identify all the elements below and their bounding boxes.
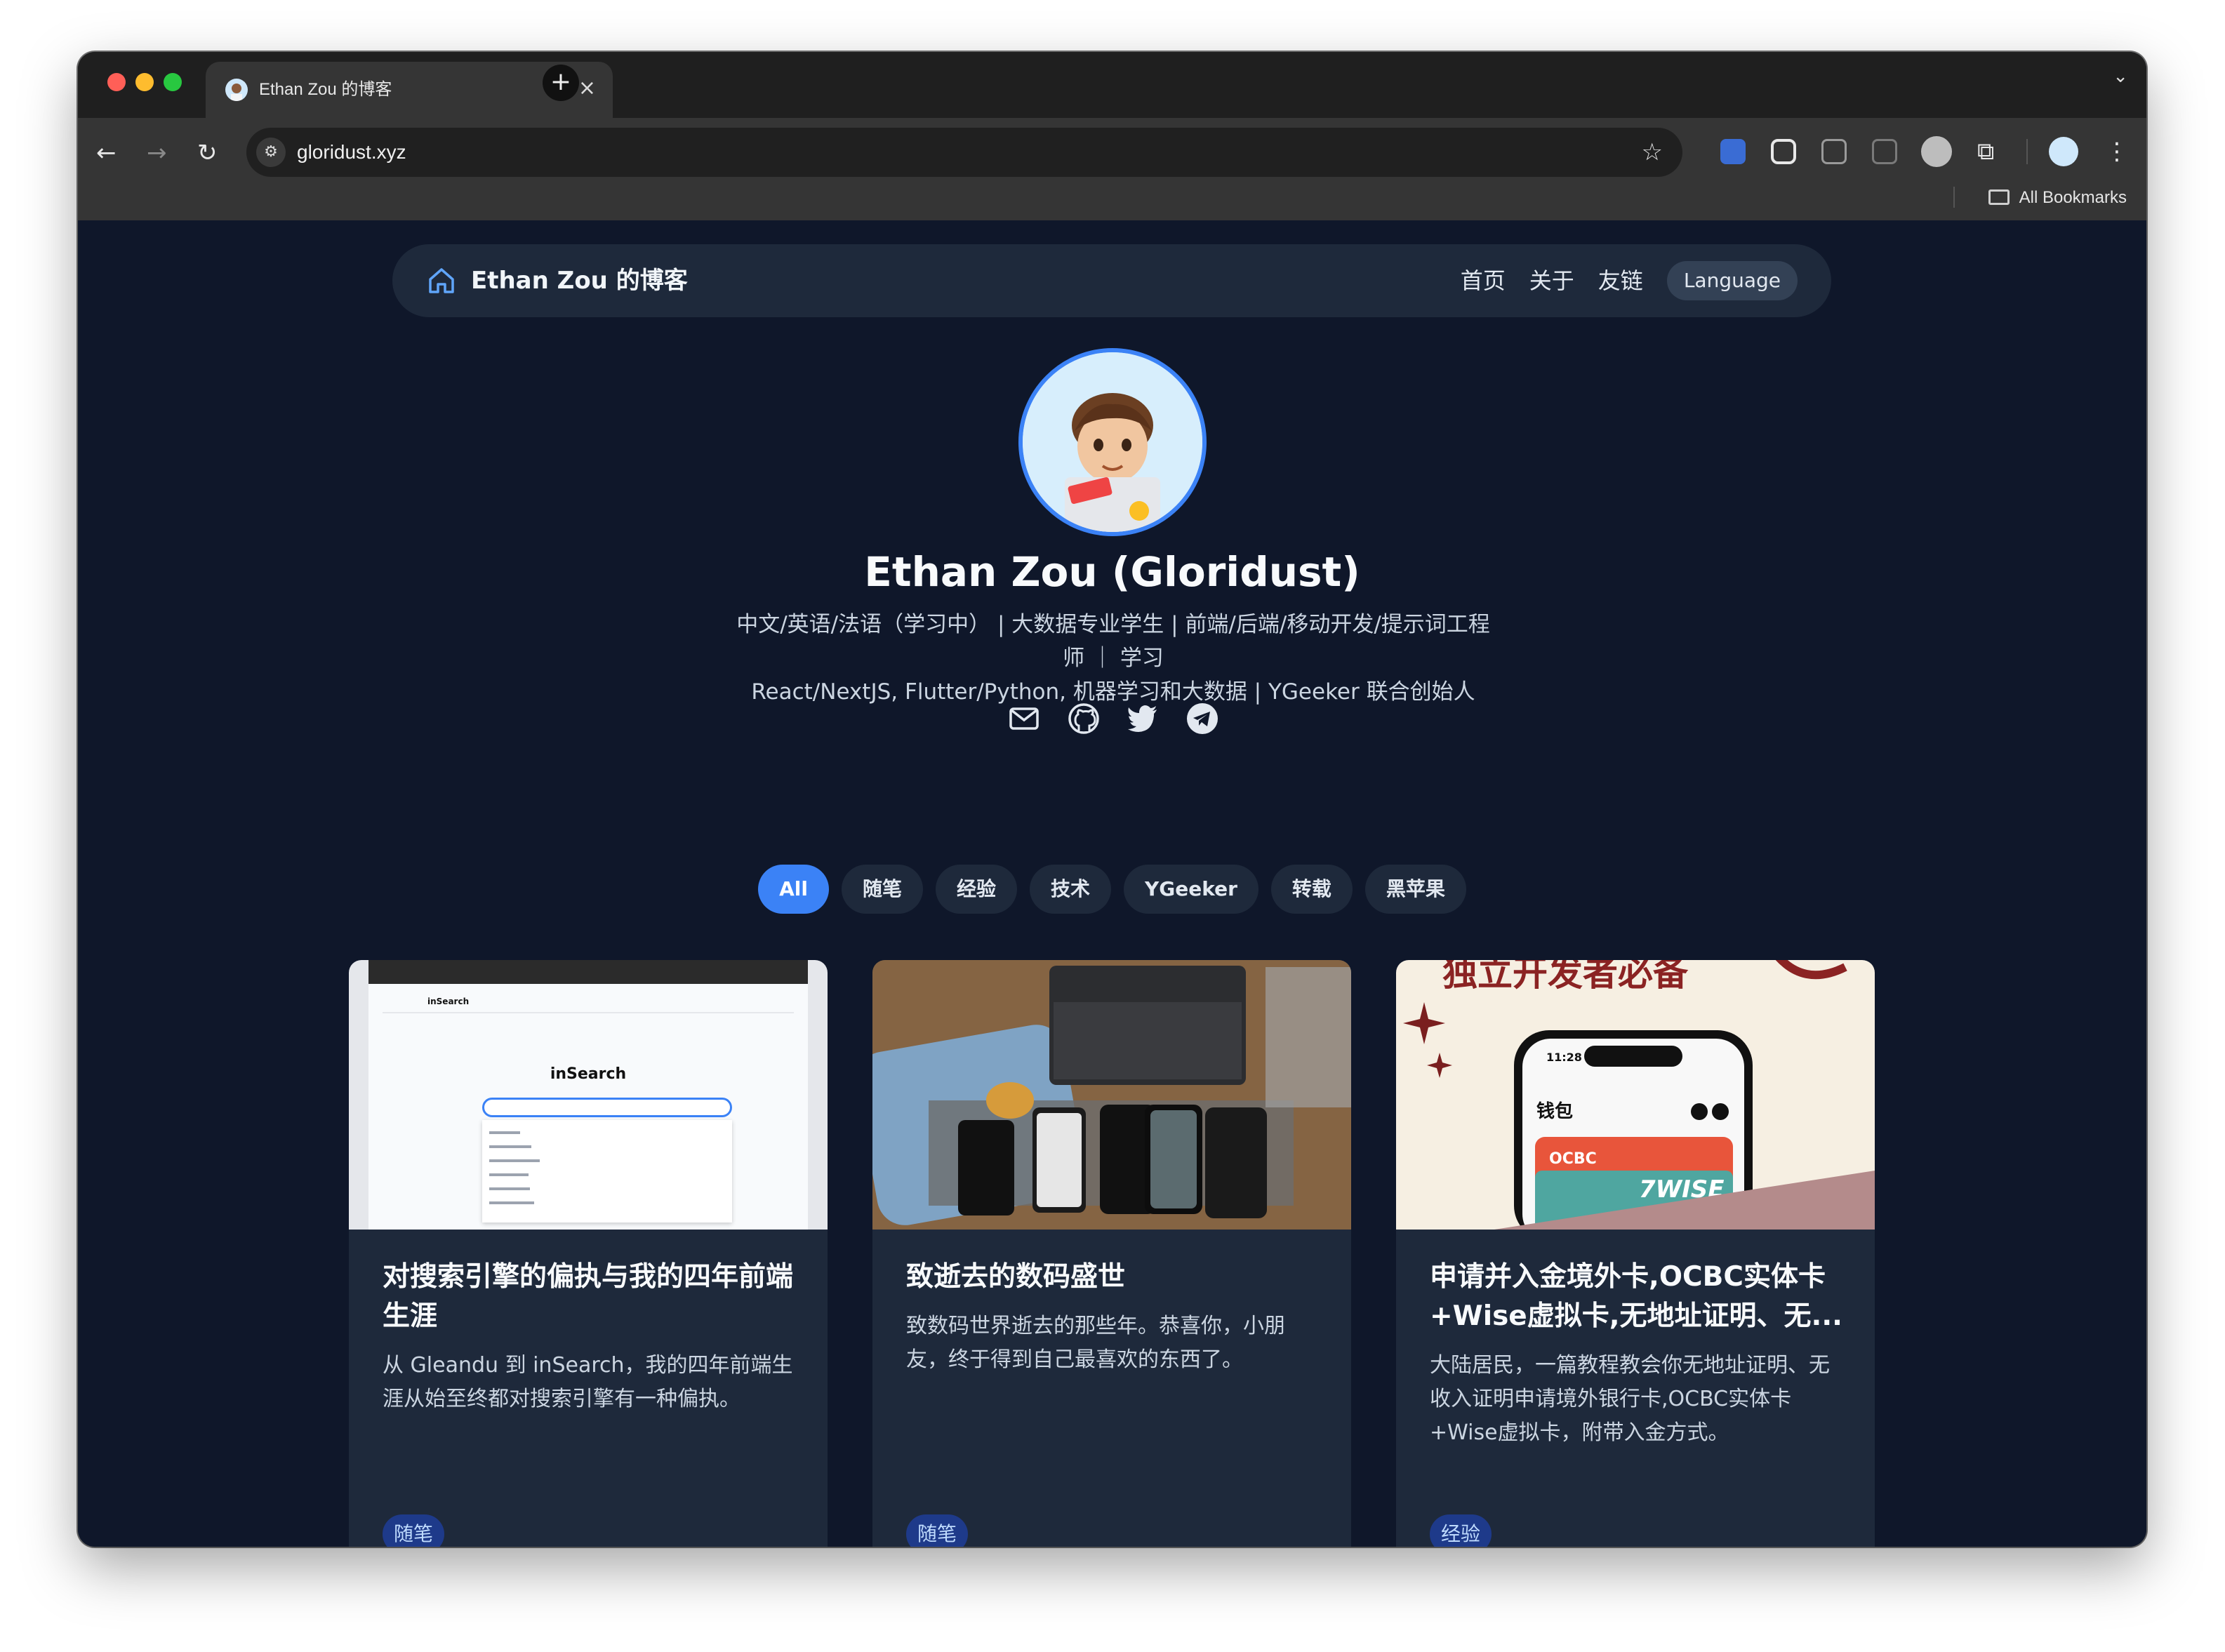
browser-toolbar: ← → ↻ ⚙ gloridust.xyz ☆ ⧉ ⋮ All Bookmark…	[78, 118, 2146, 220]
filter-chip-hackintosh[interactable]: 黑苹果	[1364, 865, 1466, 914]
cover-time: 11:28	[1546, 1051, 1582, 1064]
cover-logo: inSearch	[427, 997, 470, 1006]
nav-link-friends[interactable]: 友链	[1598, 261, 1643, 300]
new-tab-button[interactable]: +	[543, 65, 579, 101]
site-title[interactable]: Ethan Zou 的博客	[471, 265, 688, 296]
close-window-button[interactable]	[107, 73, 126, 91]
post-description: 致数码世界逝去的那些年。恭喜你，小朋友，终于得到自己最喜欢的东西了。	[906, 1314, 1285, 1372]
profile-avatar-icon[interactable]	[2049, 137, 2078, 166]
copy-extension-icon[interactable]	[1872, 139, 1897, 164]
post-card[interactable]: 致逝去的数码盛世 致数码世界逝去的那些年。恭喜你，小朋友，终于得到自己最喜欢的东…	[872, 960, 1351, 1547]
folder-icon	[1988, 189, 2010, 205]
cover-dropdown	[482, 1120, 732, 1223]
cover-browser-bar	[368, 960, 808, 984]
telegram-icon[interactable]	[1184, 700, 1221, 737]
url-text[interactable]: gloridust.xyz	[297, 140, 406, 164]
browser-titlebar: Ethan Zou 的博客 × + ⌄	[78, 52, 2146, 118]
cover-bank: OCBC	[1549, 1150, 1597, 1168]
screenshot-extension-icon[interactable]	[1771, 139, 1796, 164]
forward-arrow-icon[interactable]: →	[147, 139, 167, 167]
cover-heading: inSearch	[550, 1065, 627, 1083]
filter-chip-reposts[interactable]: 转载	[1270, 865, 1353, 914]
back-arrow-icon[interactable]: ←	[96, 139, 117, 167]
all-bookmarks-label: All Bookmarks	[2019, 188, 2127, 207]
cover-search-box	[482, 1098, 732, 1117]
post-cover-image[interactable]: 独立开发者必备 11:28 钱包 OCBC 7WISE	[1396, 960, 1875, 1230]
filter-chip-all[interactable]: All	[758, 865, 829, 914]
post-card[interactable]: 独立开发者必备 11:28 钱包 OCBC 7WISE 申请并入金境外卡,OCB…	[1396, 960, 1875, 1547]
site-info-icon[interactable]: ⚙	[256, 138, 286, 167]
profile-bio: 中文/英语/法语（学习中） | 大数据专业学生 | 前端/后端/移动开发/提示词…	[734, 608, 1492, 709]
post-tag[interactable]: 随笔	[383, 1514, 445, 1547]
post-title[interactable]: 致逝去的数码盛世	[906, 1258, 1320, 1297]
chart-extension-icon[interactable]	[1921, 136, 1952, 167]
toolbar-divider	[2026, 139, 2028, 164]
reader-extension-icon[interactable]	[1821, 139, 1847, 164]
browser-menu-icon[interactable]: ⋮	[2105, 139, 2129, 164]
address-bar[interactable]: ⚙ gloridust.xyz ☆	[246, 128, 1682, 177]
all-bookmarks-button[interactable]: All Bookmarks	[1988, 188, 2127, 208]
filter-chip-ygeeker[interactable]: YGeeker	[1123, 865, 1258, 914]
site-navbar: Ethan Zou 的博客 首页 关于 友链 Language	[392, 244, 1831, 317]
bookmark-star-icon[interactable]: ☆	[1642, 138, 1663, 167]
nav-link-about[interactable]: 关于	[1529, 261, 1574, 300]
github-icon[interactable]	[1065, 700, 1102, 737]
browser-window: Ethan Zou 的博客 × + ⌄ ← → ↻ ⚙ gloridust.xy…	[78, 52, 2146, 1547]
nav-link-home[interactable]: 首页	[1461, 261, 1506, 300]
home-icon[interactable]	[426, 265, 457, 296]
translate-extension-icon[interactable]	[1720, 139, 1746, 164]
post-tag[interactable]: 经验	[1430, 1514, 1492, 1547]
profile-name: Ethan Zou (Gloridust)	[864, 548, 1360, 596]
tab-search-chevron-icon[interactable]: ⌄	[2113, 66, 2128, 87]
reload-icon[interactable]: ↻	[197, 139, 218, 167]
tab-title: Ethan Zou 的博客	[259, 80, 392, 99]
filter-chip-tech[interactable]: 技术	[1029, 865, 1111, 914]
tab-close-icon[interactable]: ×	[578, 76, 596, 101]
cover-wallet: 钱包	[1536, 1100, 1573, 1122]
mail-icon[interactable]	[1006, 700, 1042, 737]
extensions-puzzle-icon[interactable]: ⧉	[1977, 139, 2002, 164]
minimize-window-button[interactable]	[135, 73, 154, 91]
filter-chip-essays[interactable]: 随笔	[841, 865, 923, 914]
bio-line-1: 中文/英语/法语（学习中） | 大数据专业学生 | 前端/后端/移动开发/提示词…	[736, 612, 1490, 671]
post-cover-image[interactable]	[872, 960, 1351, 1230]
cover-screenshot: inSearch inSearch	[368, 960, 808, 1230]
post-tag[interactable]: 随笔	[906, 1514, 969, 1547]
social-links	[1006, 700, 1221, 740]
post-title[interactable]: 对搜索引擎的偏执与我的四年前端生涯	[383, 1258, 797, 1336]
language-button[interactable]: Language	[1666, 261, 1798, 300]
post-cover-image[interactable]: inSearch inSearch	[349, 960, 828, 1230]
post-title[interactable]: 申请并入金境外卡,OCBC实体卡+Wise虚拟卡,无地址证明、无...	[1430, 1258, 1844, 1336]
blog-page: Ethan Zou 的博客 首页 关于 友链 Language Ethan Zo…	[78, 220, 2146, 1547]
favicon-icon	[225, 79, 248, 101]
post-description: 大陆居民，一篇教程教会你无地址证明、无收入证明申请境外银行卡,OCBC实体卡+W…	[1430, 1353, 1830, 1445]
twitter-icon[interactable]	[1124, 700, 1161, 737]
filter-chip-experience[interactable]: 经验	[935, 865, 1017, 914]
avatar	[1018, 348, 1207, 536]
cover-heading: 独立开发者必备	[1442, 960, 1689, 994]
bookmarks-divider	[1953, 187, 1955, 208]
maximize-window-button[interactable]	[164, 73, 182, 91]
post-description: 从 Gleandu 到 inSearch，我的四年前端生涯从始至终都对搜索引擎有…	[383, 1353, 793, 1411]
category-filters: All 随笔 经验 技术 YGeeker 转载 黑苹果	[78, 865, 2146, 914]
nav-links: 首页 关于 友链 Language	[1461, 261, 1798, 300]
post-card[interactable]: inSearch inSearch 对搜索引擎的偏执与我的四年前端生涯 从 Gl…	[349, 960, 828, 1547]
